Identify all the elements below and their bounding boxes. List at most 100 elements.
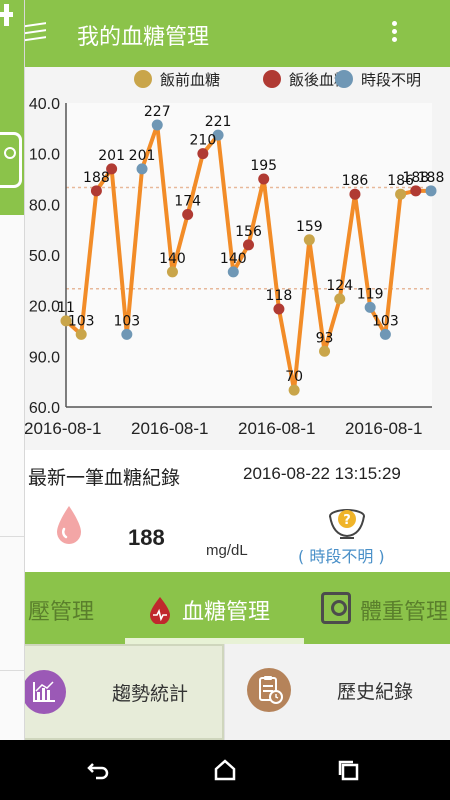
data-point bbox=[273, 303, 285, 315]
data-point bbox=[197, 148, 209, 160]
blood-sugar-icon bbox=[150, 597, 170, 624]
tab-label: 壓管理 bbox=[28, 600, 95, 625]
data-label: 201 bbox=[98, 148, 125, 164]
x-tick-label: 2016-08-1 bbox=[24, 419, 102, 438]
data-label: 201 bbox=[129, 148, 156, 164]
legend-swatch bbox=[134, 70, 152, 88]
data-label: 186 bbox=[342, 173, 369, 189]
data-label: 140 bbox=[159, 251, 186, 267]
data-label: 188 bbox=[83, 170, 110, 186]
drawer-header bbox=[0, 0, 24, 215]
feature-buttons: 趨勢統計 歷史紀錄 bbox=[0, 644, 450, 740]
data-label: 188 bbox=[418, 170, 445, 186]
data-label: 93 bbox=[316, 330, 334, 346]
blood-sugar-chart: 40.0 10.0 80.0 50.0 20.0 90.0 60.0 2016-08-1 201… bbox=[0, 67, 450, 450]
data-point bbox=[334, 293, 346, 305]
action-bar: 我的血糖管理 bbox=[0, 0, 450, 67]
y-tick-label: 40.0 bbox=[29, 96, 60, 113]
home-icon[interactable] bbox=[212, 758, 238, 782]
latest-reading: 188 mg/dL ? ( 時段不明 ) bbox=[0, 497, 450, 573]
data-label: 124 bbox=[326, 278, 353, 294]
navigation-drawer[interactable] bbox=[0, 0, 25, 740]
screen: 我的血糖管理 40.0 10.0 80.0 50.0 20.0 90.0 60.0 2016-… bbox=[0, 0, 450, 800]
history-button[interactable]: 歷史紀錄 bbox=[224, 644, 450, 740]
svg-text:?: ? bbox=[343, 513, 351, 528]
data-label: 118 bbox=[266, 288, 293, 304]
x-tick-label: 2016-08-1 bbox=[238, 419, 316, 438]
plus-icon bbox=[0, 4, 14, 26]
system-nav-bar bbox=[0, 740, 450, 800]
legend-swatch bbox=[263, 70, 281, 88]
data-point bbox=[121, 328, 133, 340]
page-title: 我的血糖管理 bbox=[77, 25, 210, 50]
data-point bbox=[75, 328, 87, 340]
reading-unit: mg/dL bbox=[206, 542, 248, 559]
data-point bbox=[90, 185, 102, 197]
data-point bbox=[166, 266, 178, 278]
glucometer-icon bbox=[0, 132, 22, 188]
more-vert-icon[interactable] bbox=[388, 21, 400, 45]
data-label: 70 bbox=[285, 369, 303, 385]
blood-drop-icon bbox=[57, 506, 81, 544]
period-label: ( 時段不明 ) bbox=[298, 547, 385, 566]
data-point bbox=[258, 173, 270, 185]
x-tick-label: 2016-08-1 bbox=[131, 419, 209, 438]
latest-record-header: 最新一筆血糖紀錄 2016-08-22 13:15:29 bbox=[0, 450, 450, 497]
tab-label: 血糖管理 bbox=[182, 600, 271, 625]
tab-blood-sugar[interactable]: 血糖管理 bbox=[125, 572, 304, 644]
drawer-divider bbox=[0, 670, 24, 671]
data-point bbox=[425, 185, 437, 197]
drawer-divider bbox=[0, 536, 24, 537]
data-label: 227 bbox=[144, 104, 171, 120]
data-point bbox=[349, 188, 361, 200]
data-point bbox=[151, 119, 163, 131]
data-label: 140 bbox=[220, 251, 247, 267]
trend-stats-label: 趨勢統計 bbox=[112, 683, 189, 705]
data-label: 210 bbox=[190, 133, 217, 149]
bar-chart-icon bbox=[22, 670, 66, 714]
scale-icon bbox=[321, 592, 351, 624]
y-tick-label: 60.0 bbox=[29, 400, 60, 417]
data-point bbox=[379, 328, 391, 340]
chart-svg: 40.0 10.0 80.0 50.0 20.0 90.0 60.0 2016-08-1 201… bbox=[24, 70, 445, 438]
legend-label: 飯前血糖 bbox=[160, 71, 220, 89]
data-point bbox=[319, 345, 331, 357]
data-label: 174 bbox=[174, 193, 201, 209]
y-tick-label: 80.0 bbox=[29, 197, 60, 214]
history-label: 歷史紀錄 bbox=[337, 681, 414, 703]
data-label: 103 bbox=[68, 313, 95, 329]
data-point bbox=[303, 234, 315, 246]
y-tick-label: 10.0 bbox=[29, 147, 60, 164]
back-icon[interactable] bbox=[86, 758, 112, 782]
data-label: 119 bbox=[357, 286, 384, 302]
data-label: 159 bbox=[296, 219, 323, 235]
data-label: 195 bbox=[250, 158, 277, 174]
data-point bbox=[136, 163, 148, 175]
data-label: 156 bbox=[235, 224, 262, 240]
data-point bbox=[395, 188, 407, 200]
data-point bbox=[288, 384, 300, 396]
reading-value: 188 bbox=[128, 525, 165, 550]
history-list-icon bbox=[247, 668, 291, 712]
latest-record-label: 最新一筆血糖紀錄 bbox=[28, 467, 181, 489]
tab-label: 體重管理 bbox=[360, 600, 449, 625]
data-point bbox=[182, 208, 194, 220]
tab-weight[interactable]: 體重管理 bbox=[304, 572, 450, 644]
y-tick-label: 50.0 bbox=[29, 248, 60, 265]
data-point bbox=[243, 239, 254, 251]
data-label: 103 bbox=[372, 313, 399, 329]
latest-record-datetime: 2016-08-22 13:15:29 bbox=[243, 464, 401, 483]
data-point bbox=[364, 301, 376, 313]
trend-stats-button[interactable]: 趨勢統計 bbox=[0, 644, 224, 740]
data-label: 103 bbox=[113, 313, 140, 329]
data-point bbox=[227, 266, 239, 278]
data-label: 221 bbox=[205, 114, 232, 130]
legend-label: 時段不明 bbox=[361, 71, 421, 89]
recents-icon[interactable] bbox=[336, 758, 362, 782]
question-bowl-icon: ? bbox=[329, 509, 365, 539]
y-tick-label: 90.0 bbox=[29, 349, 60, 366]
legend-swatch bbox=[335, 70, 353, 88]
y-tick-label: 20.0 bbox=[29, 299, 60, 316]
x-tick-label: 2016-08-1 bbox=[345, 419, 423, 438]
category-tabs: 壓管理 血糖管理 體重管理 bbox=[0, 572, 450, 644]
